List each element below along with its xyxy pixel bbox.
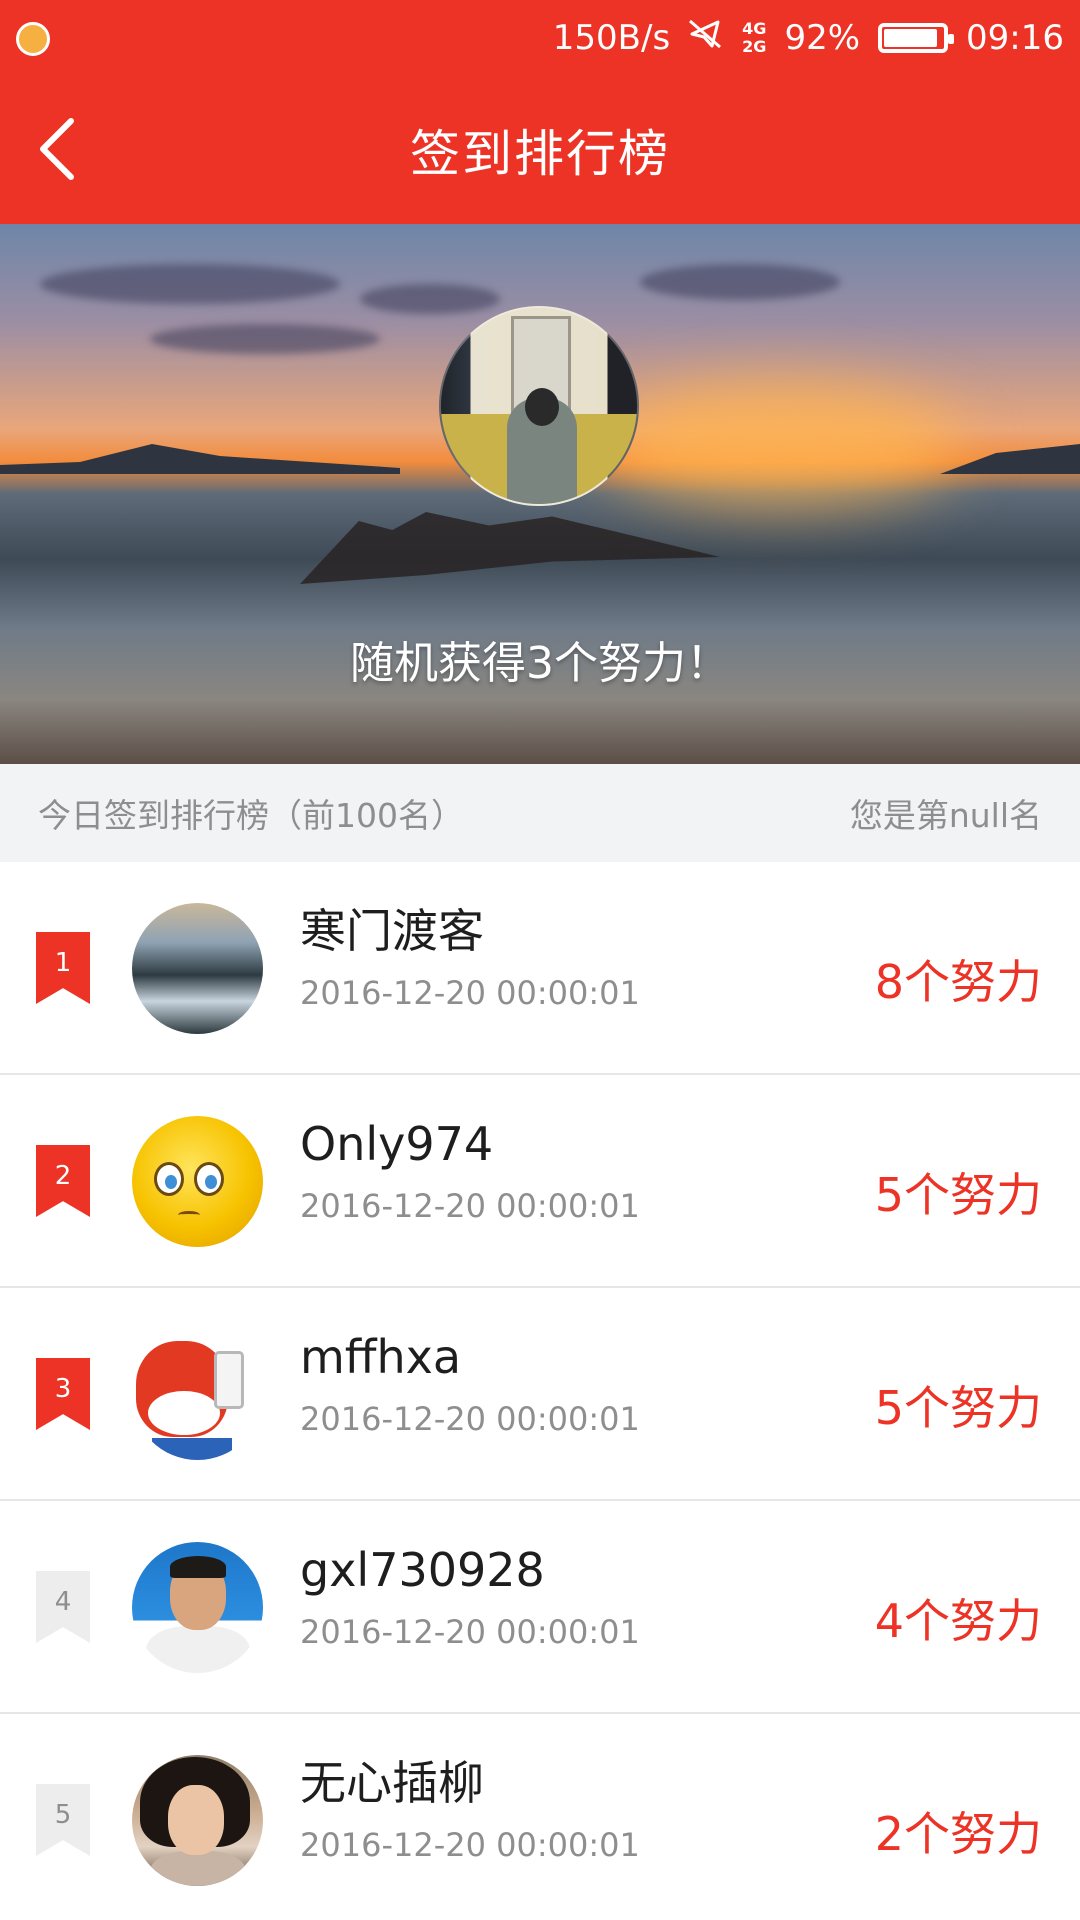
rank-flag: 4	[36, 1571, 90, 1643]
battery-percent: 92%	[784, 18, 861, 58]
user-name: 寒门渡客	[300, 904, 484, 958]
signal-icon: 4G 2G	[742, 19, 767, 56]
score: 5个努力	[874, 1168, 1042, 1222]
hero-banner: 随机获得3个努力！	[0, 224, 1080, 764]
avatar	[132, 1542, 263, 1673]
checkin-time: 2016-12-20 00:00:01	[300, 974, 640, 1012]
user-name: 无心插柳	[300, 1756, 484, 1810]
user-name: mffhxa	[300, 1330, 462, 1384]
avatar	[132, 1116, 263, 1247]
battery-icon	[878, 23, 955, 53]
rank-flag: 3	[36, 1358, 90, 1430]
user-name: Only974	[300, 1117, 494, 1171]
checkin-time: 2016-12-20 00:00:01	[300, 1187, 640, 1225]
mute-icon	[688, 18, 724, 58]
checkin-time: 2016-12-20 00:00:01	[300, 1400, 640, 1438]
ranking-row[interactable]: 5 无心插柳 2016-12-20 00:00:01 2个努力	[0, 1714, 1080, 1920]
rank-header-title: 今日签到排行榜（前100名）	[38, 796, 464, 835]
ranking-row[interactable]: 1 寒门渡客 2016-12-20 00:00:01 8个努力	[0, 862, 1080, 1075]
back-button[interactable]	[22, 114, 92, 184]
rank-flag: 5	[36, 1784, 90, 1856]
network-speed: 150B/s	[552, 18, 671, 58]
avatar	[132, 1329, 263, 1460]
ranking-row[interactable]: 2 Only974 2016-12-20 00:00:01 5个努力	[0, 1075, 1080, 1288]
app-notification-icon	[16, 22, 50, 56]
ranking-row[interactable]: 4 gxl730928 2016-12-20 00:00:01 4个努力	[0, 1501, 1080, 1714]
reward-message: 随机获得3个努力！	[350, 638, 730, 689]
score: 5个努力	[874, 1381, 1042, 1435]
checkin-time: 2016-12-20 00:00:01	[300, 1613, 640, 1651]
score: 8个努力	[874, 955, 1042, 1009]
my-rank: 您是第null名	[849, 796, 1042, 835]
user-name: gxl730928	[300, 1543, 545, 1597]
rank-flag: 2	[36, 1145, 90, 1217]
user-avatar[interactable]	[439, 306, 639, 506]
avatar	[132, 1755, 263, 1886]
avatar	[132, 903, 263, 1034]
page-title: 签到排行榜	[410, 125, 670, 183]
ranking-list: 1 寒门渡客 2016-12-20 00:00:01 8个努力 2 Only97…	[0, 862, 1080, 1920]
rank-header: 今日签到排行榜（前100名） 您是第null名	[0, 764, 1080, 862]
score: 2个努力	[874, 1807, 1042, 1861]
score: 4个努力	[874, 1594, 1042, 1648]
rank-flag: 1	[36, 932, 90, 1004]
ranking-row[interactable]: 3 mffhxa 2016-12-20 00:00:01 5个努力	[0, 1288, 1080, 1501]
status-bar: 150B/s 4G 2G 92% 09:16	[0, 0, 1080, 76]
chevron-left-icon	[40, 118, 74, 180]
nav-bar: 签到排行榜	[0, 76, 1080, 224]
checkin-time: 2016-12-20 00:00:01	[300, 1826, 640, 1864]
clock: 09:16	[966, 18, 1064, 58]
